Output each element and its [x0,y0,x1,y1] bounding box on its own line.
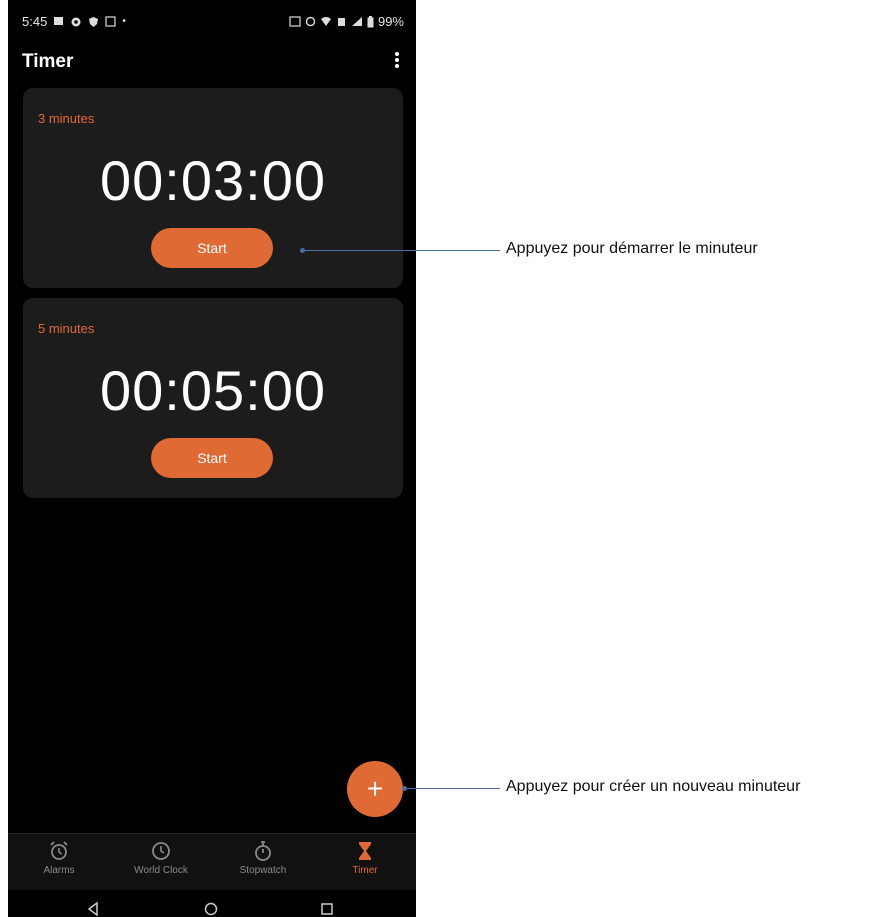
tab-world-clock[interactable]: World Clock [110,834,212,890]
timer-card[interactable]: 3 minutes 00:03:00 Start [23,88,403,288]
tab-alarms[interactable]: Alarms [8,834,110,890]
timer-card[interactable]: 5 minutes 00:05:00 Start [23,298,403,498]
bottom-navigation: Alarms World Clock Stopwatch Timer [8,833,416,890]
battery-icon [367,15,374,27]
annotation-new-timer: Appuyez pour créer un nouveau minuteur [506,778,801,795]
timer-display: 00:03:00 [100,149,326,212]
tab-label: Alarms [43,865,75,876]
recents-icon[interactable] [320,902,334,916]
tab-label: Stopwatch [239,865,287,876]
alarm-icon [50,841,68,860]
hourglass-icon [359,842,371,860]
app-bar: Timer [8,44,416,80]
status-time: 5:45 [22,14,48,29]
tab-label: World Clock [134,865,188,876]
phone-screen: 5:45 • 99% Timer 3 minutes 00:03:00 Star… [8,0,416,917]
stopwatch-icon [255,841,271,861]
shield-icon [89,16,99,27]
battery-level: 99% [377,14,404,29]
image-icon [105,16,116,27]
annotation-line [405,788,500,789]
annotation-line [303,250,500,251]
notification-dot-icon: • [122,16,126,27]
settings-gear-icon [71,17,81,26]
wifi-icon [320,17,331,26]
sync-icon [305,16,316,27]
tab-stopwatch[interactable]: Stopwatch [212,834,314,890]
system-navigation-bar [8,890,416,917]
timer-label: 5 minutes [38,321,95,336]
annotation-start-timer: Appuyez pour démarrer le minuteur [506,240,758,257]
message-icon [54,17,64,25]
page-title: Timer [22,51,74,72]
start-button[interactable]: Start [151,438,273,478]
start-button[interactable]: Start [151,228,273,268]
timer-label: 3 minutes [38,111,95,126]
clock-icon [152,842,170,860]
home-icon[interactable] [204,902,218,916]
data-icon [337,18,345,26]
back-icon[interactable] [86,902,100,916]
tab-timer[interactable]: Timer [314,834,416,890]
add-timer-button[interactable]: + [347,761,403,817]
tab-label: Timer [352,865,378,876]
status-bar: 5:45 • 99% [8,0,416,40]
nfc-icon [289,16,301,27]
signal-icon [351,17,362,26]
overflow-menu-icon[interactable] [392,50,402,72]
timer-display: 00:05:00 [100,359,326,422]
